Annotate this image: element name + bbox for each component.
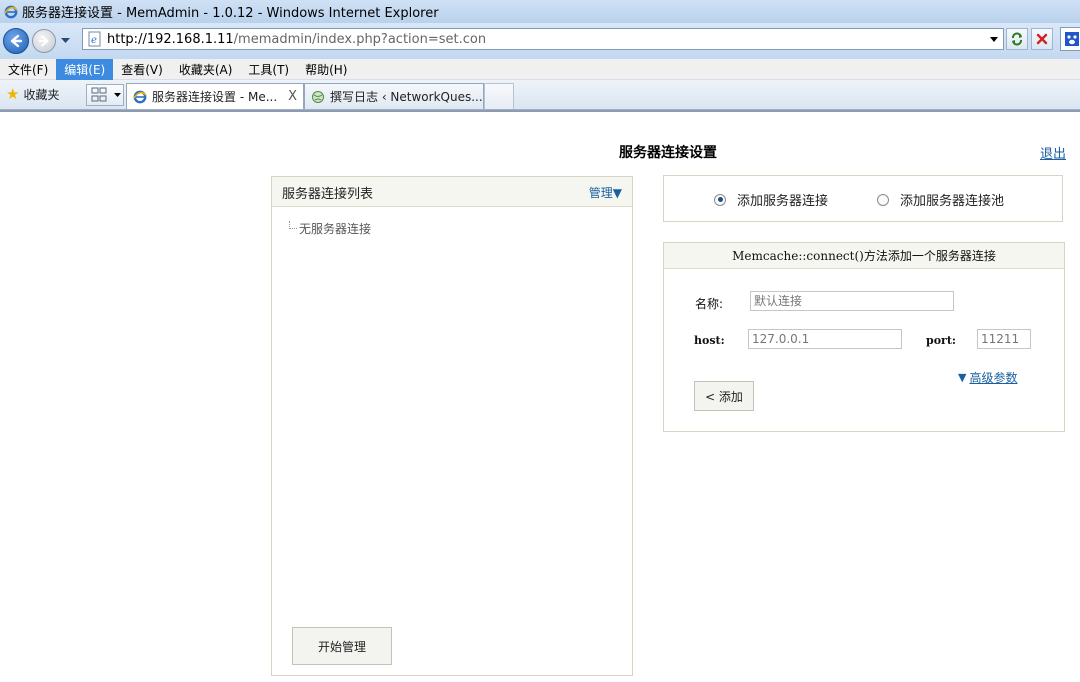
chevron-down-icon [114,92,121,97]
star-icon: ★ [6,85,20,103]
favorites-label: 收藏夹 [23,87,60,102]
new-tab-button[interactable] [484,83,514,109]
logout-link[interactable]: 退出 [1040,143,1066,162]
quick-tabs-icon [91,87,107,102]
mode-add-pool[interactable]: 添加服务器连接池 [877,190,1004,209]
tab-write-post[interactable]: 撰写日志 ‹ NetworkQues... [304,83,484,109]
globe-icon [312,90,324,103]
back-arrow-icon [10,34,23,48]
tab-server-settings[interactable]: 服务器连接设置 - Me... X [126,83,304,109]
window-titlebar: 服务器连接设置 - MemAdmin - 1.0.12 - Windows In… [0,0,1080,23]
forward-button[interactable] [32,29,56,53]
close-icon[interactable]: X [288,89,297,104]
ie-logo-icon [133,90,147,103]
form-heading: Memcache::connect()方法添加一个服务器连接 [664,243,1064,269]
menu-favorites[interactable]: 收藏夹(A) [171,59,241,80]
page-title: 服务器连接设置 [619,145,717,161]
navigation-bar: e http://192.168.1.11/memadmin/index.php… [0,23,1080,59]
host-label: host: [694,334,725,347]
ie-logo-icon [4,5,18,18]
refresh-icon [1012,32,1022,46]
triangle-down-icon: ▼ [958,371,967,384]
radio-selected-dot [717,197,723,202]
address-dropdown[interactable] [987,31,1001,47]
start-manage-button[interactable]: 开始管理 [292,627,392,665]
url-host: http://192.168.1.11 [107,31,234,47]
quick-tabs-button[interactable] [86,84,124,106]
tab-bar: ★ 收藏夹 服务器连接设置 - Me... X 撰写日志 ‹ NetworkQu… [0,80,1080,110]
search-provider-icon [1065,32,1079,46]
history-dropdown[interactable] [58,34,72,48]
favorites-button[interactable]: ★ 收藏夹 [6,84,59,104]
name-input[interactable]: 默认连接 [750,291,954,311]
menu-help[interactable]: 帮助(H) [297,59,355,80]
host-input[interactable]: 127.0.0.1 [748,329,902,349]
menu-edit[interactable]: 编辑(E) [56,58,114,80]
tab-label: 服务器连接设置 - Me... [152,90,278,104]
window-title: 服务器连接设置 - MemAdmin - 1.0.12 - Windows In… [22,6,439,21]
mode-add-connection[interactable]: 添加服务器连接 [714,190,828,209]
server-list-title: 服务器连接列表 [282,187,374,202]
manage-dropdown[interactable]: 管理▼ [589,184,622,201]
name-label: 名称: [695,297,724,311]
stop-button[interactable] [1031,28,1053,50]
port-label: port: [926,334,956,347]
refresh-button[interactable] [1006,28,1028,50]
add-connection-form: Memcache::connect()方法添加一个服务器连接 名称: 默认连接 … [663,242,1065,432]
stop-icon [1036,33,1048,45]
tree-connector [289,221,297,229]
menu-tools[interactable]: 工具(T) [240,59,297,80]
radio-add-pool[interactable] [877,193,889,206]
connection-mode-panel: 添加服务器连接 添加服务器连接池 [663,175,1063,222]
tab-label: 撰写日志 ‹ NetworkQues... [330,90,483,104]
address-field[interactable]: e http://192.168.1.11/memadmin/index.php… [82,28,1004,50]
port-input[interactable]: 11211 [977,329,1031,349]
empty-connection-item: 无服务器连接 [299,222,372,236]
chevron-down-icon [990,36,998,42]
mode-add-connection-label: 添加服务器连接 [737,194,829,209]
add-button[interactable]: < 添加 [694,381,754,411]
menu-view[interactable]: 查看(V) [113,59,171,80]
chevron-down-icon [60,38,70,43]
menu-bar: 文件(F) 编辑(E) 查看(V) 收藏夹(A) 工具(T) 帮助(H) [0,58,1080,80]
back-button[interactable] [3,28,29,54]
mode-add-pool-label: 添加服务器连接池 [900,194,1005,209]
advanced-params-link[interactable]: ▼ 高级参数 [958,369,1017,386]
page-content: 服务器连接设置 退出 服务器连接列表 管理▼ 无服务器连接 开始管理 添加服务器… [0,112,1080,682]
url-path: /memadmin/index.php?action=set.con [233,31,487,47]
svg-text:e: e [91,35,97,46]
radio-add-connection[interactable] [714,193,726,206]
server-list-panel: 服务器连接列表 管理▼ 无服务器连接 开始管理 [271,176,633,676]
server-list-header: 服务器连接列表 管理▼ [272,177,632,207]
advanced-params-label: 高级参数 [969,371,1018,385]
menu-file[interactable]: 文件(F) [0,59,56,80]
search-provider-button[interactable] [1060,27,1080,51]
forward-arrow-icon [38,35,49,47]
page-icon: e [88,31,101,47]
